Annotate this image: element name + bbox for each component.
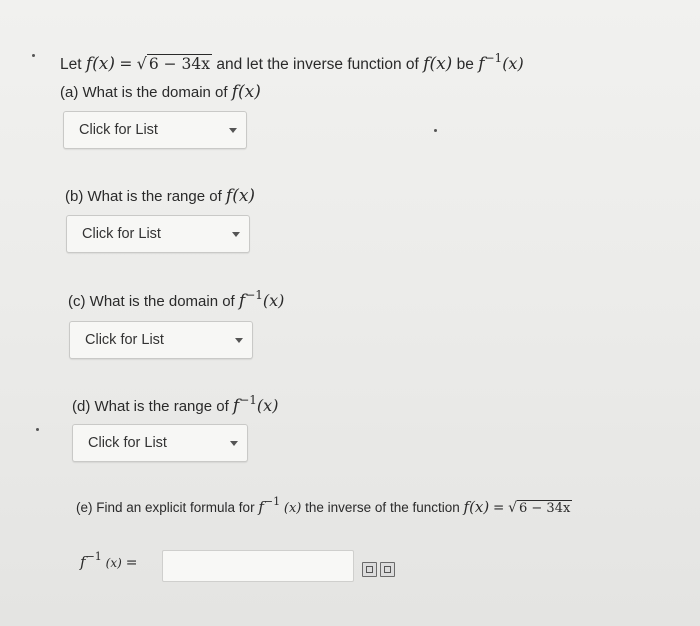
part-b-func: f(x): [225, 186, 256, 206]
equation-editor-icon-glyph: [366, 566, 373, 573]
preview-icon-glyph: [384, 566, 391, 573]
part-d-label: (d) What is the range of f−1(x): [72, 393, 279, 416]
stray-dot: [32, 54, 35, 57]
f-of-x-2: f(x): [423, 54, 453, 74]
question-statement: Let f(x) = √ 6 − 34x and let the inverse …: [60, 51, 524, 74]
answer-lhs-base: f: [80, 553, 86, 571]
part-b-dropdown[interactable]: Click for List: [66, 215, 250, 253]
part-e-prefix: (e) Find an explicit formula for: [76, 500, 255, 515]
part-c-text: (c) What is the domain of: [68, 293, 235, 310]
part-d-func-sup: −1: [239, 393, 257, 407]
part-a-label: (a) What is the domain of f(x): [60, 82, 261, 102]
dropdown-label: Click for List: [82, 226, 161, 242]
part-d-dropdown[interactable]: Click for List: [72, 424, 248, 462]
equals-sign: =: [119, 55, 133, 73]
part-e-middle: the inverse of the function: [305, 500, 460, 515]
part-c-func-arg: (x): [262, 291, 285, 310]
question-prefix: Let: [60, 56, 82, 73]
chevron-down-icon: [229, 128, 237, 133]
preview-icon[interactable]: [380, 562, 395, 577]
radicand: 6 − 34x: [146, 54, 213, 73]
sqrt-expression: √ 6 − 34x: [136, 54, 213, 73]
equation-editor-icon[interactable]: [362, 562, 377, 577]
be-text: be: [456, 56, 474, 73]
chevron-down-icon: [235, 338, 243, 343]
part-e-sqrt-expression: √ 6 − 34x: [508, 500, 573, 516]
answer-equals: =: [125, 555, 138, 571]
part-c-dropdown[interactable]: Click for List: [69, 321, 253, 359]
chevron-down-icon: [232, 232, 240, 237]
part-a-text: (a) What is the domain of: [60, 84, 228, 101]
inverse-formula-input[interactable]: [162, 550, 354, 582]
answer-lhs-arg: (x): [105, 556, 122, 570]
dropdown-label: Click for List: [88, 435, 167, 451]
dropdown-label: Click for List: [79, 122, 158, 138]
part-c-func-sup: −1: [245, 288, 263, 302]
stray-dot: [434, 129, 437, 132]
part-e-func: f(x): [463, 498, 490, 516]
answer-lhs-sup: −1: [85, 550, 102, 563]
part-b-text: (b) What is the range of: [65, 188, 222, 205]
part-c-label: (c) What is the domain of f−1(x): [68, 288, 285, 311]
part-d-text: (d) What is the range of: [72, 398, 229, 415]
part-a-dropdown[interactable]: Click for List: [63, 111, 247, 149]
part-e-finv-arg: (x): [283, 501, 302, 516]
stray-dot: [36, 428, 39, 431]
part-e-equals: =: [493, 500, 505, 516]
f-inverse-arg: (x): [502, 54, 524, 73]
part-d-func-arg: (x): [256, 396, 279, 415]
part-e-finv-sup: −1: [263, 495, 281, 508]
f-inverse-sup: −1: [484, 51, 503, 65]
dropdown-label: Click for List: [85, 332, 164, 348]
f-of-x: f(x): [85, 54, 116, 74]
part-e-radicand: 6 − 34x: [517, 500, 573, 516]
part-a-func: f(x): [231, 82, 261, 102]
part-b-label: (b) What is the range of f(x): [65, 186, 255, 206]
part-e-label: (e) Find an explicit formula for f−1 (x)…: [76, 495, 573, 516]
answer-lhs: f−1 (x) =: [80, 550, 138, 571]
chevron-down-icon: [230, 441, 238, 446]
question-middle-text: and let the inverse function of: [216, 56, 419, 73]
